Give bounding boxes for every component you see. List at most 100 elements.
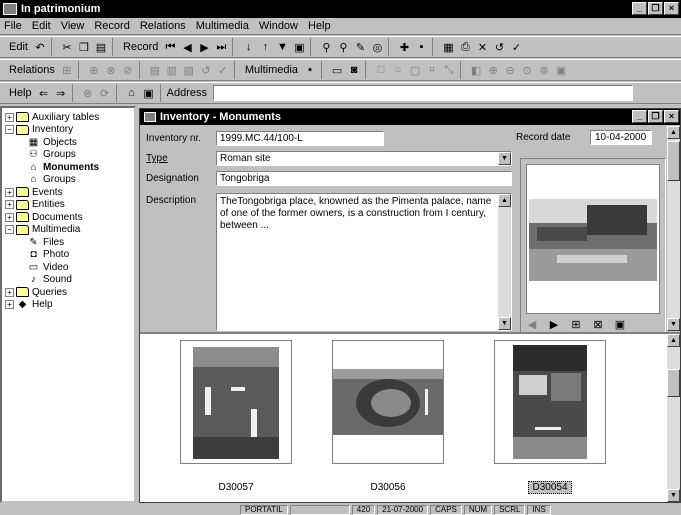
tree-item[interactable]: + Events	[5, 186, 134, 199]
filter-icon[interactable]: ▼	[275, 40, 289, 54]
tree-item[interactable]: ♪ Sound	[5, 274, 134, 287]
relation-edit-icon[interactable]: ▥	[165, 63, 179, 77]
photo-grid-icon[interactable]: ⊞	[569, 317, 583, 331]
tree-item[interactable]: − Multimedia	[5, 224, 134, 237]
scroll-up-icon[interactable]: ▲	[498, 194, 511, 207]
close-button[interactable]: ×	[664, 2, 679, 15]
media-screen-icon[interactable]: ▭	[330, 63, 344, 77]
monument-photo[interactable]	[527, 165, 659, 313]
zoom-fit-icon[interactable]: ⊙	[520, 63, 534, 77]
menu-multimedia[interactable]: Multimedia	[196, 20, 249, 32]
media-resize-icon[interactable]: ⤡	[442, 63, 456, 77]
type-label[interactable]: Type	[146, 153, 168, 164]
gallery-scroll-down-icon[interactable]: ▼	[667, 489, 680, 502]
media-crop-icon[interactable]: ⌗	[425, 63, 439, 77]
expand-icon[interactable]: +	[5, 112, 14, 122]
form-scroll-up-icon[interactable]: ▲	[667, 126, 680, 139]
tree-item[interactable]: ⌂ Monuments	[5, 161, 134, 174]
thumbnail-1[interactable]	[180, 340, 292, 464]
child-maximize-button[interactable]: ❐	[648, 110, 663, 123]
relation-link-icon[interactable]: ⊗	[104, 63, 118, 77]
media-ellipse-icon[interactable]: ○	[391, 63, 405, 77]
delete-icon[interactable]: ✕	[475, 40, 489, 54]
refresh-icon[interactable]: ⟳	[98, 86, 112, 100]
thumbnail-2[interactable]	[332, 340, 444, 464]
inventory-field[interactable]: 1999.MC.44/100-L	[216, 131, 384, 146]
media-save-icon[interactable]: ▪	[303, 63, 317, 77]
tree-item[interactable]: + Entities	[5, 199, 134, 212]
media-record-icon[interactable]: ◙	[347, 63, 361, 77]
next-record-icon[interactable]: ▶	[197, 40, 211, 54]
chevron-down-icon[interactable]: ▼	[498, 152, 511, 165]
expand-icon[interactable]: +	[5, 212, 14, 222]
photo-link-icon[interactable]: ⊠	[591, 317, 605, 331]
zoom-custom-icon[interactable]: ⊛	[537, 63, 551, 77]
expand-icon[interactable]: +	[5, 300, 14, 310]
menu-help[interactable]: Help	[308, 20, 331, 32]
child-minimize-button[interactable]: _	[632, 110, 647, 123]
find-icon[interactable]: ⚲	[319, 40, 333, 54]
zoom-in-icon[interactable]: ⊕	[486, 63, 500, 77]
relation-confirm-icon[interactable]: ✓	[216, 63, 230, 77]
copy-icon[interactable]: ❐	[77, 40, 91, 54]
first-record-icon[interactable]: ⏮	[163, 40, 177, 54]
favorites-icon[interactable]: ▣	[142, 86, 156, 100]
zoom-icon[interactable]: ◎	[370, 40, 384, 54]
replace-icon[interactable]: ✎	[353, 40, 367, 54]
new-record-icon[interactable]: ✚	[397, 40, 411, 54]
relation-view-icon[interactable]: ▤	[148, 63, 162, 77]
description-textarea[interactable]: TheTongobriga place, knowned as the Pime…	[216, 193, 512, 331]
stop-icon[interactable]: ⊗	[81, 86, 95, 100]
media-rect-icon[interactable]: □	[374, 63, 388, 77]
menu-view[interactable]: View	[61, 20, 85, 32]
relation-unlink-icon[interactable]: ⊘	[121, 63, 135, 77]
form-scroll-thumb[interactable]	[667, 141, 680, 181]
menu-window[interactable]: Window	[259, 20, 298, 32]
media-frame-icon[interactable]: ▢	[408, 63, 422, 77]
expand-icon[interactable]: +	[5, 200, 14, 210]
filter-form-icon[interactable]: ▣	[292, 40, 306, 54]
relation-delete-icon[interactable]: ▧	[182, 63, 196, 77]
menu-relations[interactable]: Relations	[140, 20, 186, 32]
tree-item[interactable]: + Queries	[5, 286, 134, 299]
scroll-down-icon[interactable]: ▼	[498, 317, 511, 330]
home-icon[interactable]: ⌂	[125, 86, 139, 100]
gallery-scroll-up-icon[interactable]: ▲	[667, 334, 680, 347]
undo-icon[interactable]: ↶	[33, 40, 47, 54]
tree-item[interactable]: ◘ Photo	[5, 249, 134, 262]
maximize-button[interactable]: ❐	[648, 2, 663, 15]
tree-item[interactable]: − Inventory	[5, 124, 134, 137]
tree-item[interactable]: ⌂ Groups	[5, 174, 134, 187]
gallery-scroll-thumb[interactable]	[667, 369, 680, 397]
undo-record-icon[interactable]: ↺	[492, 40, 506, 54]
gallery-scrollbar[interactable]: ▲ ▼	[667, 334, 680, 502]
sort-asc-icon[interactable]: ↓	[241, 40, 255, 54]
print-icon[interactable]: ⎙	[458, 40, 472, 54]
forward-icon[interactable]: ⇒	[54, 86, 68, 100]
expand-icon[interactable]: +	[5, 187, 14, 197]
last-record-icon[interactable]: ⏭	[214, 40, 228, 54]
address-input[interactable]	[212, 85, 633, 101]
cut-icon[interactable]: ✂	[60, 40, 74, 54]
photo-next-icon[interactable]: ▶	[547, 317, 561, 331]
media-props-icon[interactable]: ▣	[554, 63, 568, 77]
sort-desc-icon[interactable]: ↑	[258, 40, 272, 54]
form-scrollbar[interactable]: ▲ ▼	[667, 126, 680, 331]
confirm-icon[interactable]: ✓	[509, 40, 523, 54]
photo-info-icon[interactable]: ▣	[613, 317, 627, 331]
menu-record[interactable]: Record	[94, 20, 129, 32]
print-preview-icon[interactable]: ▦	[441, 40, 455, 54]
tree-item[interactable]: + Auxiliary tables	[5, 111, 134, 124]
tree-item[interactable]: ▭ Video	[5, 261, 134, 274]
collapse-icon[interactable]: −	[5, 225, 14, 235]
designation-field[interactable]: Tongobriga	[216, 171, 512, 186]
menu-file[interactable]: File	[4, 20, 22, 32]
tree-item[interactable]: + Documents	[5, 211, 134, 224]
thumbnail-3[interactable]	[494, 340, 606, 464]
paste-icon[interactable]: ▤	[94, 40, 108, 54]
minimize-button[interactable]: _	[632, 2, 647, 15]
record-date-field[interactable]: 10-04-2000	[590, 130, 652, 145]
relation-undo-icon[interactable]: ↺	[199, 63, 213, 77]
zoom-out-icon[interactable]: ⊖	[503, 63, 517, 77]
child-close-button[interactable]: ×	[664, 110, 679, 123]
